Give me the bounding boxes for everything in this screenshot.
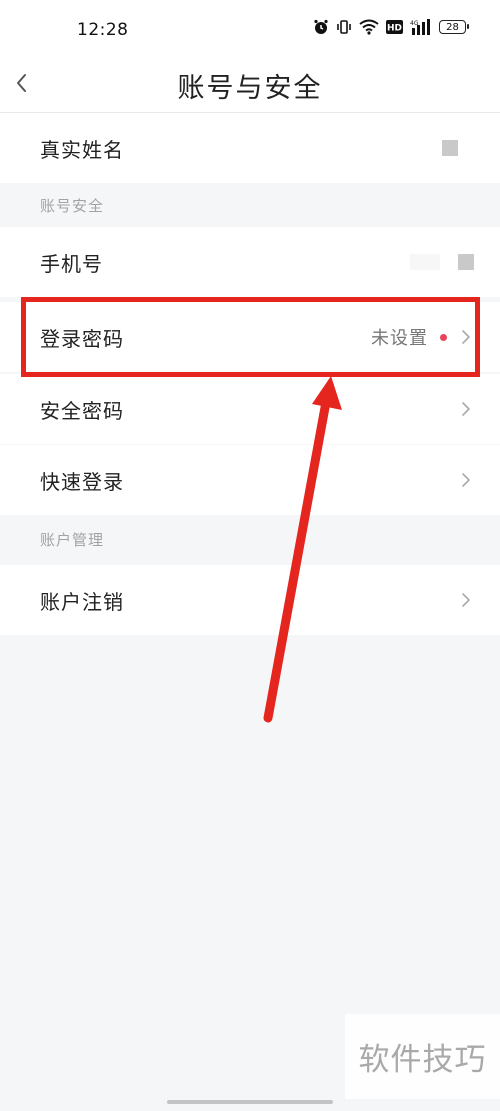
row-label: 快速登录 bbox=[40, 469, 124, 494]
header: 账号与安全 bbox=[0, 58, 500, 113]
masked-value bbox=[442, 140, 458, 156]
svg-text:HD: HD bbox=[387, 24, 402, 34]
alarm-icon bbox=[314, 19, 328, 34]
status-icons: HD 4G 28 bbox=[313, 19, 469, 35]
section-title: 账号安全 bbox=[40, 197, 105, 215]
row-quick-login[interactable]: 快速登录 bbox=[0, 445, 500, 515]
row-label: 手机号 bbox=[40, 251, 103, 276]
chevron-right-icon bbox=[462, 402, 470, 416]
battery-icon: 28 bbox=[439, 20, 469, 34]
status-bar: 12:28 HD 4G 28 bbox=[0, 0, 500, 58]
row-security-password[interactable]: 安全密码 bbox=[0, 374, 500, 444]
chevron-right-icon bbox=[462, 593, 470, 607]
row-phone[interactable]: 手机号 bbox=[0, 227, 500, 297]
signal-icon: 4G bbox=[410, 19, 430, 35]
chevron-right-icon bbox=[462, 473, 470, 487]
masked-value bbox=[458, 254, 474, 270]
watermark: 软件技巧 bbox=[345, 1014, 500, 1099]
row-cancel-account[interactable]: 账户注销 bbox=[0, 565, 500, 635]
vibrate-icon bbox=[337, 20, 351, 34]
page-title: 账号与安全 bbox=[177, 73, 323, 104]
hd-icon: HD bbox=[386, 20, 403, 34]
status-time: 12:28 bbox=[77, 20, 129, 40]
home-indicator[interactable] bbox=[167, 1100, 333, 1104]
row-label: 账户注销 bbox=[40, 589, 124, 614]
row-label: 安全密码 bbox=[40, 398, 124, 423]
row-real-name[interactable]: 真实姓名 bbox=[0, 113, 500, 183]
highlight-box bbox=[21, 297, 480, 377]
section-title: 账户管理 bbox=[40, 531, 105, 549]
section-header-account-management: 账户管理 bbox=[0, 517, 500, 561]
wifi-icon bbox=[359, 19, 379, 35]
row-label: 真实姓名 bbox=[40, 137, 124, 162]
masked-value bbox=[410, 254, 440, 270]
section-header-account-security: 账号安全 bbox=[0, 183, 500, 227]
battery-level: 28 bbox=[446, 21, 459, 33]
